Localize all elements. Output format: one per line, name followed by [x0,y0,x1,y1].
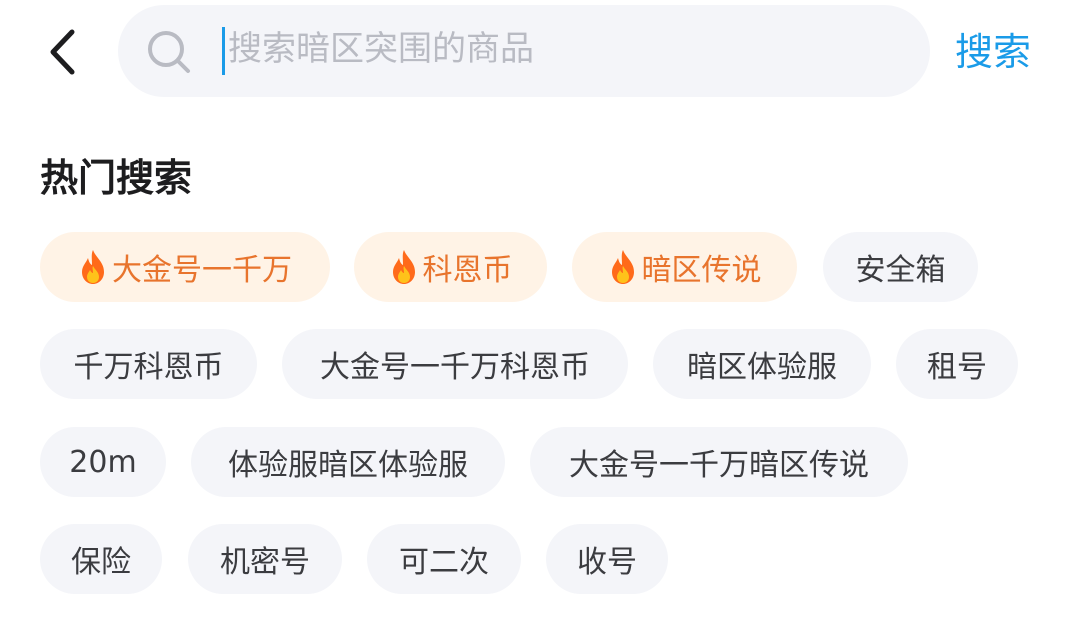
hot-search-tag[interactable]: 可二次 [367,524,521,594]
search-icon [148,31,190,73]
hot-search-title: 热门搜索 [40,156,193,200]
hot-search-tag[interactable]: 大金号一千万暗区传说 [530,427,908,497]
tag-label: 千万科恩币 [73,350,224,385]
tag-label: 暗区传说 [641,253,762,288]
tag-label: 20m [69,444,137,480]
tag-label: 机密号 [220,545,310,580]
search-input[interactable] [228,18,788,80]
search-button[interactable]: 搜索 [955,28,1031,76]
hot-search-tag[interactable]: 科恩币 [354,232,547,302]
hot-search-tag[interactable]: 收号 [546,524,668,594]
hot-search-tag[interactable]: 暗区传说 [572,232,797,302]
tag-label: 大金号一千万科恩币 [320,350,590,385]
tag-label: 暗区体验服 [687,350,837,385]
search-page: 搜索 热门搜索 大金号一千万 科恩币 暗区传说 安全箱 千万科恩币 大金号一千万… [0,0,1080,626]
text-cursor [222,27,225,75]
hot-search-tag[interactable]: 20m [40,427,166,497]
hot-search-tag[interactable]: 大金号一千万 [40,232,330,302]
hot-search-tag[interactable]: 千万科恩币 [40,329,257,399]
fire-icon [392,250,415,284]
hot-search-tag[interactable]: 保险 [40,524,162,594]
tag-label: 保险 [71,545,131,580]
tag-label: 大金号一千万 [112,253,292,288]
fire-icon [82,250,104,284]
chevron-left-icon [50,29,75,75]
hot-search-tag[interactable]: 大金号一千万科恩币 [282,329,628,399]
hot-search-tag[interactable]: 体验服暗区体验服 [191,427,505,497]
tag-label: 安全箱 [855,253,946,288]
tag-label: 科恩币 [422,253,513,288]
fire-icon [611,250,634,284]
back-button[interactable] [34,22,90,82]
hot-search-tag[interactable]: 安全箱 [823,232,978,302]
hot-search-tag[interactable]: 租号 [896,329,1018,399]
tag-label: 收号 [577,545,637,580]
tag-label: 大金号一千万暗区传说 [569,448,869,483]
tag-label: 租号 [927,350,987,385]
hot-search-tag[interactable]: 暗区体验服 [653,329,871,399]
hot-search-tag[interactable]: 机密号 [188,524,342,594]
tag-label: 可二次 [399,545,489,580]
tag-label: 体验服暗区体验服 [228,448,468,483]
